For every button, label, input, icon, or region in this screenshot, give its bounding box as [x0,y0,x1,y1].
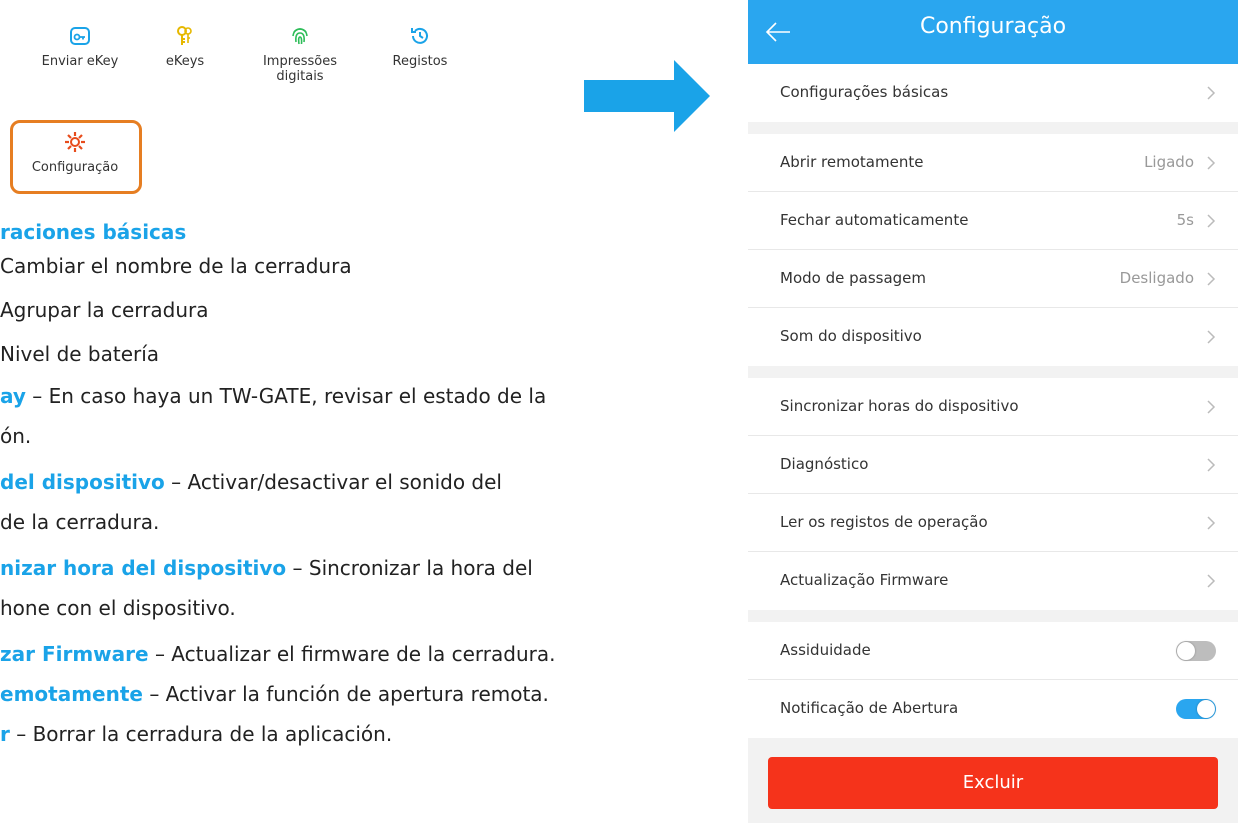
records-label: Registos [392,54,448,69]
doc-line: zar Firmware – Actualizar el firmware de… [0,642,556,666]
row-label: Som do dispositivo [780,327,922,345]
settings-group-lock: Abrir remotamente Ligado Fechar automati… [748,134,1238,366]
gear-icon [65,132,85,152]
row-value: 5s [1176,211,1194,229]
row-label: Notificação de Abertura [780,699,959,717]
row-firmware-update[interactable]: Actualização Firmware [748,552,1238,610]
app-menu-grid: Enviar eKey eKeys Impressões digitais Re… [0,8,484,194]
doc-line: r – Borrar la cerradura de la aplicación… [0,722,393,746]
row-label: Abrir remotamente [780,153,924,171]
row-label: Fechar automaticamente [780,211,969,229]
row-read-logs[interactable]: Ler os registos de operação [748,494,1238,552]
chevron-right-icon [1207,574,1216,588]
doc-line: Nivel de batería [0,342,160,366]
page-title: Configuração [919,14,1067,39]
row-label: Sincronizar horas do dispositivo [780,397,1019,415]
row-label: Actualização Firmware [780,571,949,589]
send-ekey-label: Enviar eKey [41,54,119,69]
row-remote-unlock[interactable]: Abrir remotamente Ligado [748,134,1238,192]
row-label: Ler os registos de operação [780,513,988,531]
records-item[interactable]: Registos [365,24,475,69]
settings-label: Configuração [31,160,119,175]
row-diagnostics[interactable]: Diagnóstico [748,436,1238,494]
doc-line: del dispositivo – Activar/desactivar el … [0,470,502,494]
row-label: Assiduidade [780,641,871,659]
right-arrow-icon [584,60,710,132]
fingerprints-item[interactable]: Impressões digitais [245,24,355,84]
fingerprint-icon [292,28,308,45]
ekeys-item[interactable]: eKeys [130,24,240,69]
chevron-right-icon [1207,272,1216,286]
send-ekey-item[interactable]: Enviar eKey [25,24,135,69]
row-unlock-notification: Notificação de Abertura [748,680,1238,738]
chevron-right-icon [1207,400,1216,414]
settings-group-basic: Configurações básicas [748,64,1238,122]
chevron-right-icon [1207,516,1216,530]
row-passage-mode[interactable]: Modo de passagem Desligado [748,250,1238,308]
doc-line: Agrupar la cerradura [0,298,209,322]
attendance-toggle[interactable] [1176,641,1216,661]
history-icon [411,27,428,44]
unlock-notification-toggle[interactable] [1176,699,1216,719]
top-bar: Configuração [748,0,1238,64]
doc-line: nizar hora del dispositivo – Sincronizar… [0,556,533,580]
doc-line: hone con el dispositivo. [0,596,236,620]
fingerprints-label: Impressões digitais [262,54,338,84]
row-auto-lock[interactable]: Fechar automaticamente 5s [748,192,1238,250]
delete-lock-button[interactable]: Excluir [768,757,1218,809]
doc-line: de la cerradura. [0,510,160,534]
row-attendance: Assiduidade [748,622,1238,680]
doc-line: emotamente – Activar la función de apert… [0,682,549,706]
doc-line: ay – En caso haya un TW-GATE, revisar el… [0,384,547,408]
row-basic-settings[interactable]: Configurações básicas [748,64,1238,122]
doc-line: Cambiar el nombre de la cerradura [0,254,352,278]
settings-group-device: Sincronizar horas do dispositivo Diagnós… [748,378,1238,610]
chevron-right-icon [1207,330,1216,344]
settings-item[interactable]: Configuração [20,130,130,175]
row-label: Modo de passagem [780,269,927,287]
ekeys-label: eKeys [165,54,205,69]
phone-settings-screen: Configuração Configurações básicas Abrir… [748,0,1238,823]
row-label: Diagnóstico [780,455,869,473]
row-value: Ligado [1144,153,1194,171]
settings-group-toggles: Assiduidade Notificação de Abertura [748,622,1238,738]
chevron-right-icon [1207,86,1216,100]
chevron-right-icon [1207,458,1216,472]
key-icon [177,26,192,45]
chevron-right-icon [1207,214,1216,228]
doc-heading: raciones básicas [0,220,187,244]
send-ekey-icon [70,27,90,45]
chevron-right-icon [1207,156,1216,170]
row-sync-time[interactable]: Sincronizar horas do dispositivo [748,378,1238,436]
doc-line: ón. [0,424,32,448]
row-label: Configurações básicas [780,83,949,101]
row-value: Desligado [1119,269,1194,287]
row-device-sound[interactable]: Som do dispositivo [748,308,1238,366]
